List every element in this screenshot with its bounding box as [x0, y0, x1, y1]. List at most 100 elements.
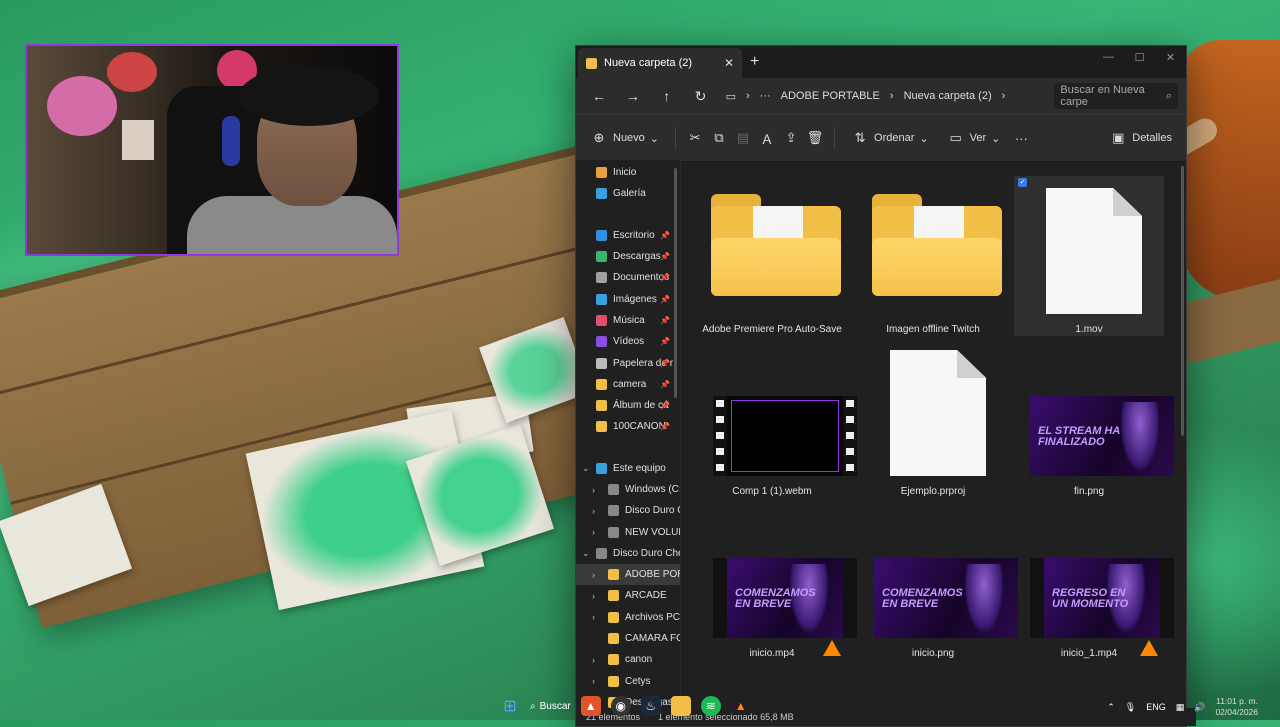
chevron-right-icon[interactable]: › [592, 676, 595, 686]
thumbnail-text: COMENZAMOS EN BREVE [882, 587, 963, 610]
file-item[interactable]: Ejemplo.prproj [858, 338, 1008, 498]
sidebar-item[interactable]: Vídeos 📌 [576, 331, 680, 352]
new-tab-button[interactable]: + [750, 53, 759, 71]
thumbnail-text: EL STREAM HA FINALIZADO [1038, 425, 1121, 448]
more-crumbs-icon[interactable]: ··· [760, 90, 771, 102]
chevron-right-icon[interactable]: › [592, 485, 595, 495]
clock[interactable]: 11:01 p. m. 02/04/2026 [1215, 696, 1258, 718]
file-item[interactable]: ✓ 1.mov [1014, 176, 1164, 336]
sidebar-item[interactable]: › NEW VOLUME [576, 521, 680, 542]
back-button[interactable]: ← [584, 82, 614, 110]
breadcrumb-item[interactable]: Nueva carpeta (2) [904, 90, 992, 102]
search-input[interactable]: Buscar en Nueva carpe ⌕ [1054, 83, 1178, 109]
brave-icon[interactable]: ▲ [580, 696, 601, 716]
copy-icon[interactable]: ⧉ [710, 129, 728, 147]
sidebar-item[interactable]: › Cetys [576, 671, 680, 692]
file-item[interactable]: REGRESO EN UN MOMENTO inicio_1.mp4 [1014, 500, 1174, 660]
forward-button[interactable]: → [618, 82, 648, 110]
vlc-icon[interactable]: ▲ [731, 696, 751, 716]
microphone-icon[interactable]: 🎙 [1125, 702, 1136, 713]
sidebar-item[interactable]: Imágenes 📌 [576, 288, 680, 309]
sidebar-item[interactable]: › canon [576, 649, 680, 670]
sidebar-item[interactable]: ⌄ Este equipo [576, 458, 680, 479]
rename-icon[interactable]: Ａ [758, 129, 776, 147]
more-options-icon[interactable]: ··· [1012, 129, 1030, 147]
sidebar-item[interactable]: Galería [576, 183, 680, 204]
volume-icon[interactable]: 🔊 [1194, 702, 1205, 713]
new-label: Nuevo [613, 132, 645, 144]
maximize-button[interactable]: ☐ [1124, 46, 1155, 68]
plus-circle-icon: ⊕ [593, 130, 605, 145]
breadcrumb-item[interactable]: ADOBE PORTABLE [781, 90, 880, 102]
sidebar-item[interactable]: Descargas 📌 [576, 246, 680, 267]
file-item[interactable]: COMENZAMOS EN BREVE inicio.png [858, 500, 1018, 660]
view-button[interactable]: ▭ Ver ⌄ [941, 124, 1007, 152]
sidebar-item[interactable]: ⌄ Disco Duro Che [576, 543, 680, 564]
start-icon[interactable]: ⊞ [500, 696, 520, 716]
chevron-right-icon[interactable]: › [592, 655, 595, 665]
sidebar-item[interactable]: CAMARA FOTO [576, 628, 680, 649]
up-button[interactable]: ↑ [652, 82, 682, 110]
sidebar-item[interactable]: Música 📌 [576, 310, 680, 331]
close-tab-icon[interactable]: ✕ [724, 56, 734, 70]
tab-bar: Nueva carpeta (2) ✕ + — ☐ ✕ [576, 46, 1186, 78]
file-item[interactable]: COMENZAMOS EN BREVE inicio.mp4 [697, 500, 857, 660]
chevron-right-icon[interactable]: › [592, 612, 595, 622]
breadcrumb[interactable]: ▭ › ··· ADOBE PORTABLE › Nueva carpeta (… [720, 82, 1051, 110]
sidebar-item[interactable]: Inicio [576, 162, 680, 183]
share-icon[interactable]: ⇪ [782, 129, 800, 147]
sidebar-item[interactable]: camera 📌 [576, 374, 680, 395]
network-icon[interactable]: ▦ [1176, 702, 1185, 713]
details-button[interactable]: ▣ Detalles [1103, 124, 1178, 152]
checkbox-icon[interactable]: ✓ [1018, 178, 1027, 187]
file-item[interactable]: Comp 1 (1).webm [697, 338, 857, 498]
sidebar-item-label: Disco Duro Ch [625, 505, 680, 517]
sidebar-item-label: ADOBE PORTA [625, 569, 680, 581]
spotify-icon[interactable]: ≋ [700, 696, 721, 716]
file-item[interactable]: EL STREAM HA FINALIZADO fin.png [1014, 338, 1174, 498]
video-thumbnail [713, 396, 857, 476]
close-window-button[interactable]: ✕ [1155, 46, 1186, 68]
language-indicator[interactable]: ENG [1146, 702, 1166, 712]
refresh-button[interactable]: ↻ [686, 82, 716, 110]
clock-date: 02/04/2026 [1215, 707, 1258, 717]
chevron-down-icon[interactable]: ⌄ [582, 548, 590, 559]
cut-icon[interactable]: ✂ [686, 129, 704, 147]
sort-button[interactable]: ⇅ Ordenar ⌄ [845, 124, 935, 152]
sidebar-item-icon [608, 484, 619, 495]
chevron-right-icon[interactable]: › [592, 591, 595, 601]
sidebar-item-icon [596, 188, 607, 200]
paste-icon[interactable]: ▤ [734, 129, 752, 147]
sidebar-item-label: NEW VOLUME [625, 526, 680, 538]
chevron-up-icon[interactable]: ⌃ [1107, 702, 1115, 713]
tab-current-folder[interactable]: Nueva carpeta (2) ✕ [578, 48, 742, 78]
steam-icon[interactable]: ♨ [640, 696, 661, 716]
folder-icon [711, 194, 841, 296]
chevron-right-icon[interactable]: › [592, 506, 595, 516]
file-item[interactable]: Imagen offline Twitch [858, 176, 1008, 336]
new-button[interactable]: ⊕ Nuevo ⌄ [584, 124, 665, 152]
sidebar-item[interactable]: › Windows (C:) [576, 479, 680, 500]
chevron-down-icon[interactable]: ⌄ [582, 463, 590, 474]
chevron-right-icon[interactable]: › [592, 570, 595, 580]
sidebar-item[interactable]: › ARCADE [576, 585, 680, 606]
sidebar-item[interactable]: › Disco Duro Ch [576, 500, 680, 521]
chevron-right-icon[interactable]: › [1002, 90, 1006, 102]
sidebar-item-label: canon [625, 654, 653, 666]
sidebar-item[interactable]: Álbum de cá 📌 [576, 395, 680, 416]
sidebar-item[interactable]: › Archivos PC [576, 607, 680, 628]
obs-icon[interactable]: ◉ [610, 696, 631, 716]
minimize-button[interactable]: — [1093, 46, 1124, 68]
sidebar-item[interactable]: 100CANON 📌 [576, 416, 680, 437]
sidebar-item[interactable]: Escritorio 📌 [576, 225, 680, 246]
explorer-icon[interactable] [670, 696, 691, 716]
details-label: Detalles [1132, 132, 1172, 144]
grid-scrollbar[interactable] [1181, 166, 1184, 436]
sidebar-item[interactable]: › ADOBE PORTA [576, 564, 680, 586]
sidebar-item[interactable]: Documentos 📌 [576, 267, 680, 288]
file-item[interactable]: Adobe Premiere Pro Auto-Save [697, 176, 847, 336]
chevron-right-icon[interactable]: › [592, 527, 595, 537]
delete-icon[interactable]: 🗑 [806, 129, 824, 147]
taskbar-search[interactable]: ⌕ Buscar [530, 696, 571, 716]
sidebar-item[interactable]: Papelera de r 📌 [576, 352, 680, 373]
